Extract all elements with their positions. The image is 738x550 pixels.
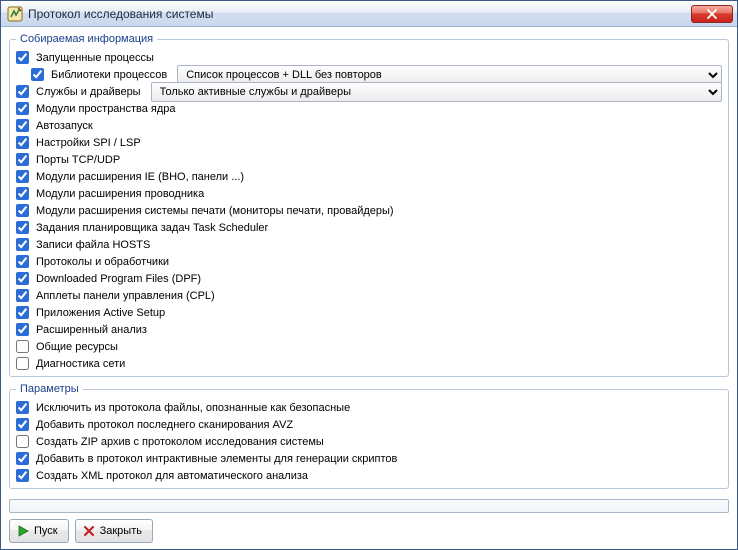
row-dpf: Downloaded Program Files (DPF) [16,270,722,287]
label-ie-ext: Модули расширения IE (BHO, панели ...) [36,171,244,183]
close-button[interactable]: Закрыть [75,519,153,543]
label-dpf: Downloaded Program Files (DPF) [36,273,201,285]
titlebar: Протокол исследования системы [1,1,737,27]
label-shared-res: Общие ресурсы [36,341,118,353]
row-print-ext: Модули расширения системы печати (монито… [16,202,722,219]
checkbox-cpl[interactable] [16,289,29,302]
row-spi-lsp: Настройки SPI / LSP [16,134,722,151]
group-collected-info: Собираемая информация Запущенные процесс… [9,33,729,377]
row-add-last-scan: Добавить протокол последнего сканировани… [16,416,722,433]
row-autorun: Автозапуск [16,117,722,134]
checkbox-spi-lsp[interactable] [16,136,29,149]
label-services-drivers: Службы и драйверы [36,86,141,98]
row-task-scheduler: Задания планировщика задач Task Schedule… [16,219,722,236]
checkbox-shared-res[interactable] [16,340,29,353]
window-close-button[interactable] [691,5,733,23]
checkbox-dpf[interactable] [16,272,29,285]
checkbox-protocols[interactable] [16,255,29,268]
label-net-diag: Диагностика сети [36,358,125,370]
checkbox-active-setup[interactable] [16,306,29,319]
row-kernel-modules: Модули пространства ядра [16,100,722,117]
label-print-ext: Модули расширения системы печати (монито… [36,205,394,217]
content: Собираемая информация Запущенные процесс… [1,27,737,549]
combo-services-drivers[interactable]: Только активные службы и драйверы [151,82,722,102]
close-button-label: Закрыть [100,525,142,537]
label-task-scheduler: Задания планировщика задач Task Schedule… [36,222,268,234]
checkbox-create-xml[interactable] [16,469,29,482]
row-services-drivers: Службы и драйверы Только активные службы… [16,83,722,100]
label-process-libs: Библиотеки процессов [51,69,167,81]
label-cpl: Апплеты панели управления (CPL) [36,290,215,302]
row-cpl: Апплеты панели управления (CPL) [16,287,722,304]
checkbox-add-last-scan[interactable] [16,418,29,431]
checkbox-autorun[interactable] [16,119,29,132]
label-create-zip: Создать ZIP архив с протоколом исследова… [36,436,324,448]
label-kernel-modules: Модули пространства ядра [36,103,176,115]
play-icon [16,524,30,538]
row-active-setup: Приложения Active Setup [16,304,722,321]
app-icon [7,6,23,22]
row-explorer-ext: Модули расширения проводника [16,185,722,202]
row-net-diag: Диагностика сети [16,355,722,372]
row-running-processes: Запущенные процессы [16,49,722,66]
start-button[interactable]: Пуск [9,519,69,543]
checkbox-ie-ext[interactable] [16,170,29,183]
footer: Пуск Закрыть [9,493,729,543]
checkbox-services-drivers[interactable] [16,85,29,98]
label-active-setup: Приложения Active Setup [36,307,165,319]
label-add-last-scan: Добавить протокол последнего сканировани… [36,419,293,431]
checkbox-explorer-ext[interactable] [16,187,29,200]
checkbox-exclude-safe[interactable] [16,401,29,414]
start-button-label: Пуск [34,525,58,537]
label-spi-lsp: Настройки SPI / LSP [36,137,141,149]
label-add-interactive: Добавить в протокол интрактивные элемент… [36,453,397,465]
label-autorun: Автозапуск [36,120,93,132]
progress-bar [9,499,729,513]
checkbox-task-scheduler[interactable] [16,221,29,234]
checkbox-process-libs[interactable] [31,68,44,81]
row-ie-ext: Модули расширения IE (BHO, панели ...) [16,168,722,185]
row-create-xml: Создать XML протокол для автоматического… [16,467,722,484]
group-parameters: Параметры Исключить из протокола файлы, … [9,383,729,489]
label-hosts: Записи файла HOSTS [36,239,150,251]
label-explorer-ext: Модули расширения проводника [36,188,204,200]
checkbox-create-zip[interactable] [16,435,29,448]
label-running-processes: Запущенные процессы [36,52,154,64]
row-ext-analysis: Расширенный анализ [16,321,722,338]
window-title: Протокол исследования системы [28,7,691,21]
checkbox-print-ext[interactable] [16,204,29,217]
row-add-interactive: Добавить в протокол интрактивные элемент… [16,450,722,467]
row-create-zip: Создать ZIP архив с протоколом исследова… [16,433,722,450]
group-parameters-legend: Параметры [16,383,83,395]
label-tcp-udp: Порты TCP/UDP [36,154,120,166]
checkbox-net-diag[interactable] [16,357,29,370]
checkbox-kernel-modules[interactable] [16,102,29,115]
close-icon [707,9,717,19]
close-icon [82,524,96,538]
label-exclude-safe: Исключить из протокола файлы, опознанные… [36,402,350,414]
checkbox-running-processes[interactable] [16,51,29,64]
row-tcp-udp: Порты TCP/UDP [16,151,722,168]
row-hosts: Записи файла HOSTS [16,236,722,253]
checkbox-tcp-udp[interactable] [16,153,29,166]
row-protocols: Протоколы и обработчики [16,253,722,270]
checkbox-hosts[interactable] [16,238,29,251]
checkbox-ext-analysis[interactable] [16,323,29,336]
window: Протокол исследования системы Собираемая… [0,0,738,550]
label-ext-analysis: Расширенный анализ [36,324,147,336]
label-create-xml: Создать XML протокол для автоматического… [36,470,308,482]
checkbox-add-interactive[interactable] [16,452,29,465]
label-protocols: Протоколы и обработчики [36,256,169,268]
group-collected-info-legend: Собираемая информация [16,33,157,45]
row-exclude-safe: Исключить из протокола файлы, опознанные… [16,399,722,416]
row-shared-res: Общие ресурсы [16,338,722,355]
row-process-libs: Библиотеки процессов Список процессов + … [16,66,722,83]
